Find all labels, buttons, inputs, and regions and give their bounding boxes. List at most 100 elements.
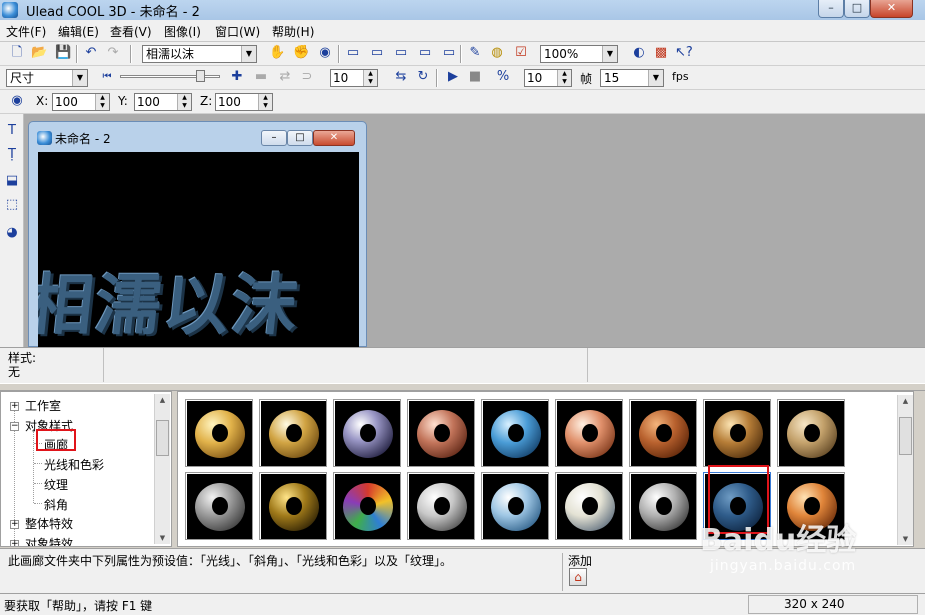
minimize-button[interactable]: – [818, 0, 844, 18]
reverse-icon[interactable]: ⇄ [276, 68, 294, 86]
gallery-thumb-brick[interactable] [629, 399, 697, 467]
gallery-thumb-copper[interactable] [407, 399, 475, 467]
zoom-combo[interactable]: 100% ▼ [540, 45, 618, 63]
spin-arrows-icon[interactable]: ▲ ▼ [557, 70, 571, 86]
rewind-icon[interactable]: ↻ [414, 68, 432, 86]
chevron-down-icon[interactable]: ▼ [72, 70, 87, 86]
gallery-thumb-chrome[interactable] [333, 399, 401, 467]
new-file-icon[interactable]: 🗋 [8, 44, 26, 62]
tree-item-texture[interactable]: 纹理 [44, 476, 68, 493]
spin-arrows-icon[interactable]: ▲ ▼ [95, 94, 109, 110]
tree-item-studio[interactable]: 工作室 [25, 397, 61, 414]
scroll-thumb[interactable] [899, 417, 912, 455]
y-spin[interactable]: 100 ▲ ▼ [134, 93, 192, 111]
tree-expander[interactable]: − [10, 422, 19, 431]
spin-arrows-icon[interactable]: ▲ ▼ [177, 94, 191, 110]
undo-icon[interactable]: ↶ [82, 44, 100, 62]
tree-expander[interactable]: + [10, 540, 19, 546]
tree-item-global-effects[interactable]: 整体特效 [25, 515, 73, 532]
tree-item-light-color[interactable]: 光线和色彩 [44, 456, 104, 473]
tree-expander[interactable]: + [10, 402, 19, 411]
image-palette-icon[interactable]: ▩ [652, 44, 670, 62]
menu-view[interactable]: 查看(V) [110, 23, 152, 40]
speed-spin[interactable]: 10 ▲ ▼ [524, 69, 572, 87]
scroll-down-icon[interactable]: ▼ [155, 534, 170, 542]
chevron-down-icon[interactable]: ▼ [241, 46, 256, 62]
bevel-style-5-icon[interactable]: ▭ [440, 44, 458, 62]
chevron-down-icon[interactable]: ▼ [602, 46, 617, 62]
spin-arrows-icon[interactable]: ▲ ▼ [363, 70, 377, 86]
frames-combo[interactable]: 15 ▼ [600, 69, 664, 87]
chevron-down-icon[interactable]: ▼ [648, 70, 663, 86]
frame-spin[interactable]: 10 ▲ ▼ [330, 69, 378, 87]
gallery-thumb-gold-shiny[interactable] [259, 399, 327, 467]
tree-expander[interactable]: + [10, 520, 19, 529]
select-all-icon[interactable]: ⬚ [3, 196, 21, 214]
gallery-thumb-salmon[interactable] [555, 399, 623, 467]
scroll-up-icon[interactable]: ▲ [155, 396, 170, 404]
loop-icon[interactable]: ⇆ [392, 68, 410, 86]
tree-scrollbar[interactable]: ▲ ▼ [154, 394, 170, 544]
doc-minimize-button[interactable]: – [261, 130, 287, 146]
open-folder-icon[interactable]: 📂 [30, 44, 48, 62]
gallery-thumb-stained-glass[interactable] [333, 472, 401, 540]
remove-keyframe-icon[interactable]: ▬ [252, 68, 270, 86]
gallery-thumb-grey-rivets[interactable] [629, 472, 697, 540]
timeline-slider-thumb[interactable] [196, 70, 205, 82]
select-object-icon[interactable]: ◉ [316, 44, 334, 62]
menu-file[interactable]: 文件(F) [6, 23, 46, 40]
add-keyframe-icon[interactable]: ✚ [228, 68, 246, 86]
menu-image[interactable]: 图像(I) [164, 23, 201, 40]
context-help-icon[interactable]: ↖? [674, 44, 693, 62]
tree-item-bevel[interactable]: 斜角 [44, 496, 68, 513]
text-combo[interactable]: 相濡以沫 ▼ [142, 45, 257, 63]
timeline-slider[interactable] [120, 70, 220, 84]
gallery-thumb-stone[interactable] [185, 472, 253, 540]
save-icon[interactable]: 💾 [54, 44, 72, 62]
3d-text[interactable]: 相濡以沫 [38, 252, 305, 348]
doc-maximize-button[interactable]: □ [287, 130, 313, 146]
fps-icon[interactable]: % [494, 68, 512, 86]
add-to-gallery-icon[interactable]: ⌂ [569, 568, 587, 586]
gallery-thumb-gold-spots[interactable] [259, 472, 327, 540]
menu-help[interactable]: 帮助(H) [272, 23, 314, 40]
gallery-thumb-silver[interactable] [407, 472, 475, 540]
bevel-style-1-icon[interactable]: ▭ [344, 44, 362, 62]
menu-window[interactable]: 窗口(W) [215, 23, 260, 40]
edit-text-icon[interactable]: Ṭ [3, 146, 21, 164]
light-icon[interactable]: ◐ [630, 44, 648, 62]
panel-splitter[interactable] [0, 383, 925, 391]
menu-edit[interactable]: 编辑(E) [58, 23, 99, 40]
play-icon[interactable]: ▶ [444, 68, 462, 86]
insert-object-icon[interactable]: ⬓ [3, 172, 21, 190]
gallery-thumb-white-pearl[interactable] [555, 472, 623, 540]
gallery-scrollbar[interactable]: ▲ ▼ [897, 395, 913, 545]
spin-arrows-icon[interactable]: ▲ ▼ [258, 94, 272, 110]
tree-item-object-effects[interactable]: 对象特效 [25, 535, 73, 546]
position-mode-icon[interactable]: ◉ [8, 92, 26, 110]
redo-icon[interactable]: ↷ [104, 44, 122, 62]
hand-move-icon[interactable]: ✋ [268, 44, 286, 62]
gallery-thumb-bronze[interactable] [703, 399, 771, 467]
scroll-down-icon[interactable]: ▼ [898, 535, 913, 543]
doc-close-button[interactable]: ✕ [313, 130, 355, 146]
effect-icon[interactable]: ✎ [466, 44, 484, 62]
z-spin[interactable]: 100 ▲ ▼ [215, 93, 273, 111]
insert-text-icon[interactable]: T [3, 122, 21, 140]
scroll-thumb[interactable] [156, 420, 169, 456]
bevel-style-3-icon[interactable]: ▭ [392, 44, 410, 62]
x-spin[interactable]: 100 ▲ ▼ [52, 93, 110, 111]
check-box-icon[interactable]: ☑ [512, 44, 530, 62]
render-canvas[interactable]: 相濡以沫 [38, 152, 359, 348]
geometric-object-icon[interactable]: ◕ [3, 224, 21, 242]
bevel-style-2-icon[interactable]: ▭ [368, 44, 386, 62]
maximize-button[interactable]: □ [844, 0, 870, 18]
gallery-thumb-leopard[interactable] [777, 399, 845, 467]
bevel-style-4-icon[interactable]: ▭ [416, 44, 434, 62]
smooth-icon[interactable]: ⊃ [298, 68, 316, 86]
keyframe-start-icon[interactable]: ⏮ [98, 68, 116, 86]
stop-icon[interactable]: ■ [466, 68, 484, 86]
attribute-combo[interactable]: 尺寸 ▼ [6, 69, 88, 87]
globe-icon[interactable]: ◍ [488, 44, 506, 62]
gallery-thumb-blue-sky[interactable] [481, 472, 549, 540]
